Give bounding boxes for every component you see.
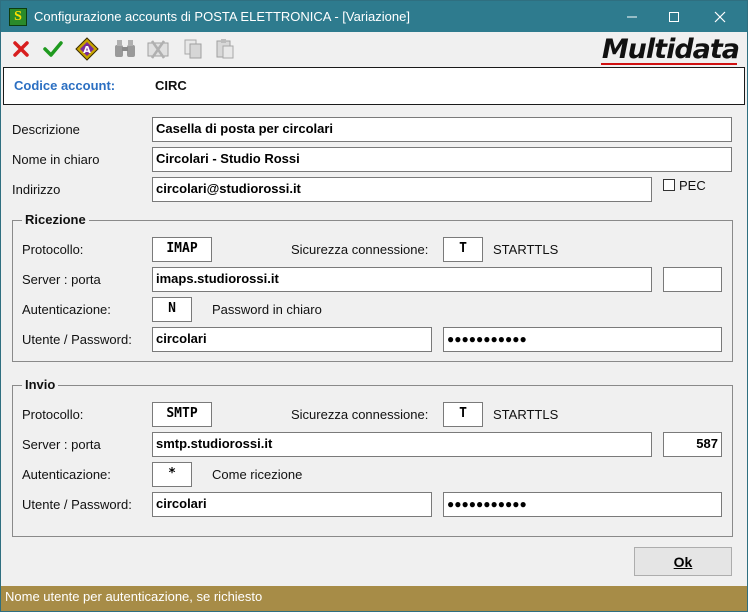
binoculars-icon: [115, 40, 135, 57]
close-button[interactable]: [697, 1, 743, 32]
ok-button-label: Ok: [673, 553, 693, 570]
invio-server-label: Server : porta: [22, 437, 101, 452]
nome-chiaro-label: Nome in chiaro: [12, 152, 100, 167]
invio-protocollo-field[interactable]: SMTP: [152, 402, 212, 427]
invio-auth-desc: Come ricezione: [212, 467, 303, 482]
toolbar: A Multidata: [1, 32, 747, 66]
minimize-button[interactable]: [609, 1, 655, 32]
close-x-icon: [13, 41, 29, 57]
pec-label: PEC: [679, 178, 706, 193]
logo-underline: [601, 63, 737, 65]
minimize-icon: [627, 16, 637, 17]
delete-card-icon: [147, 40, 169, 59]
invio-auth-field[interactable]: *: [152, 462, 192, 487]
status-bar: Nome utente per autenticazione, se richi…: [1, 586, 747, 611]
invio-auth-label: Autenticazione:: [22, 467, 111, 482]
ricezione-porta-field[interactable]: [663, 267, 722, 292]
account-code-value: CIRC: [155, 78, 187, 93]
invio-server-field[interactable]: smtp.studiorossi.it: [152, 432, 652, 457]
multidata-logo: Multidata: [601, 34, 740, 65]
ricezione-utente-field[interactable]: circolari: [152, 327, 432, 352]
paste-button[interactable]: [213, 37, 237, 61]
search-button[interactable]: [113, 37, 137, 61]
invio-utente-field[interactable]: circolari: [152, 492, 432, 517]
tag-icon: A: [75, 37, 99, 61]
ricezione-sicurezza-field[interactable]: T: [443, 237, 483, 262]
nome-chiaro-field[interactable]: Circolari - Studio Rossi: [152, 147, 732, 172]
checkmark-icon: [43, 41, 63, 57]
invio-utente-label: Utente / Password:: [22, 497, 132, 512]
pec-checkbox[interactable]: [663, 179, 675, 191]
window-title: Configurazione accounts di POSTA ELETTRO…: [34, 9, 410, 24]
main-window: S Configurazione accounts di POSTA ELETT…: [0, 0, 748, 612]
ricezione-sicurezza-label: Sicurezza connessione:: [291, 242, 429, 257]
descrizione-label: Descrizione: [12, 122, 80, 137]
ricezione-sicurezza-desc: STARTTLS: [493, 242, 559, 257]
invio-protocollo-label: Protocollo:: [22, 407, 84, 422]
ricezione-password-field[interactable]: ●●●●●●●●●●●: [443, 327, 722, 352]
ricezione-auth-field[interactable]: N: [152, 297, 192, 322]
paste-doc-icon: [216, 39, 234, 59]
ricezione-utente-label: Utente / Password:: [22, 332, 132, 347]
tag-button[interactable]: A: [75, 37, 99, 61]
ricezione-server-label: Server : porta: [22, 272, 101, 287]
descrizione-field[interactable]: Casella di posta per circolari: [152, 117, 732, 142]
svg-text:A: A: [83, 45, 91, 56]
ricezione-title: Ricezione: [22, 212, 89, 227]
title-bar[interactable]: S Configurazione accounts di POSTA ELETT…: [1, 1, 747, 32]
ricezione-auth-label: Autenticazione:: [22, 302, 111, 317]
ricezione-protocollo-field[interactable]: IMAP: [152, 237, 212, 262]
maximize-icon: [669, 11, 679, 22]
ricezione-protocollo-label: Protocollo:: [22, 242, 84, 257]
invio-title: Invio: [22, 377, 59, 392]
invio-sicurezza-field[interactable]: T: [443, 402, 483, 427]
app-icon: S: [9, 8, 27, 26]
invio-porta-field[interactable]: 587: [663, 432, 722, 457]
indirizzo-label: Indirizzo: [12, 182, 61, 197]
maximize-button[interactable]: [651, 1, 697, 32]
copy-button[interactable]: [181, 37, 205, 61]
invio-password-field[interactable]: ●●●●●●●●●●●: [443, 492, 722, 517]
indirizzo-field[interactable]: circolari@studiorossi.it: [152, 177, 652, 202]
account-code-label: Codice account:: [14, 78, 116, 93]
delete-record-button[interactable]: [146, 37, 170, 61]
ricezione-auth-desc: Password in chiaro: [212, 302, 322, 317]
invio-sicurezza-label: Sicurezza connessione:: [291, 407, 429, 422]
close-icon: [714, 11, 726, 22]
account-code-panel: Codice account: CIRC: [3, 67, 745, 105]
ok-button[interactable]: Ok: [634, 547, 732, 576]
invio-sicurezza-desc: STARTTLS: [493, 407, 559, 422]
cancel-button[interactable]: [9, 37, 33, 61]
confirm-button[interactable]: [41, 37, 65, 61]
ricezione-server-field[interactable]: imaps.studiorossi.it: [152, 267, 652, 292]
copy-doc-icon: [184, 39, 202, 59]
